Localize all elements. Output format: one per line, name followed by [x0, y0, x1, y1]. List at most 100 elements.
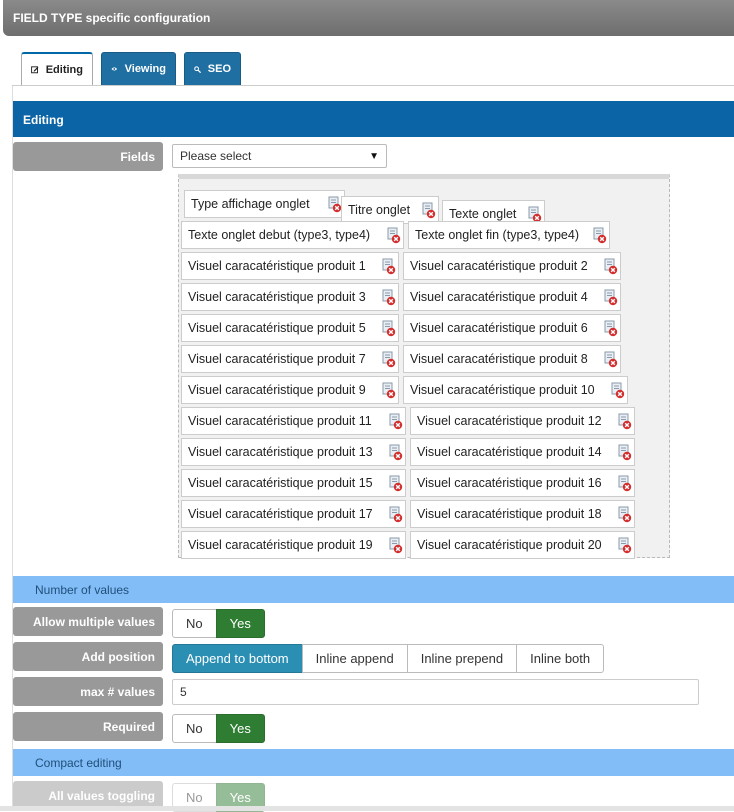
selected-field-tag: Visuel caracatéristique produit 16 [410, 469, 635, 497]
selected-field-tag-label: Visuel caracatéristique produit 1 [188, 259, 366, 273]
section-compact-editing: Compact editing [13, 749, 734, 776]
horizontal-scrollbar[interactable] [0, 806, 734, 811]
add-position-inline-prepend[interactable]: Inline prepend [406, 644, 518, 673]
max-values-label: max # values [13, 677, 163, 706]
allow-multiple-label: Allow multiple values [13, 607, 163, 636]
tab-viewing[interactable]: Viewing [101, 52, 176, 86]
remove-field-icon[interactable] [388, 537, 403, 554]
tab-editing[interactable]: Editing [21, 52, 93, 86]
selected-field-tag-label: Visuel caracatéristique produit 18 [417, 507, 602, 521]
selected-field-tag: Visuel caracatéristique produit 5 [181, 314, 399, 342]
required-yes-button[interactable]: Yes [215, 714, 265, 743]
remove-field-icon[interactable] [603, 289, 618, 306]
tab-seo[interactable]: SEO [184, 52, 241, 86]
selected-field-tag-label: Visuel caracatéristique produit 12 [417, 414, 602, 428]
remove-field-icon[interactable] [617, 444, 632, 461]
selected-field-tag: Visuel caracatéristique produit 11 [181, 407, 406, 435]
remove-field-icon[interactable] [327, 196, 342, 213]
selected-field-tag: Visuel caracatéristique produit 7 [181, 345, 399, 373]
fields-select[interactable]: Please select ▼ [172, 144, 387, 168]
fields-label: Fields [13, 142, 163, 171]
selected-field-tag: Visuel caracatéristique produit 10 [403, 376, 628, 404]
remove-field-icon[interactable] [421, 202, 436, 219]
selected-field-tag: Visuel caracatéristique produit 15 [181, 469, 406, 497]
max-values-input[interactable]: 5 [172, 679, 699, 705]
selected-field-tag: Visuel caracatéristique produit 1 [181, 252, 399, 280]
remove-field-icon[interactable] [610, 382, 625, 399]
allow-multiple-toggle: No Yes [172, 609, 265, 638]
add-position-inline-both[interactable]: Inline both [516, 644, 605, 673]
selected-field-tag: Visuel caracatéristique produit 9 [181, 376, 399, 404]
remove-field-icon[interactable] [617, 413, 632, 430]
selected-field-tag: Texte onglet fin (type3, type4) [408, 221, 610, 249]
tab-seo-label: SEO [207, 63, 231, 75]
selected-field-tag-label: Visuel caracatéristique produit 8 [410, 352, 588, 366]
selected-field-tag-label: Visuel caracatéristique produit 9 [188, 383, 366, 397]
fields-select-value: Please select [180, 149, 252, 163]
selected-field-tag: Visuel caracatéristique produit 8 [403, 345, 621, 373]
remove-field-icon[interactable] [381, 289, 396, 306]
panel-title: FIELD TYPE specific configuration [13, 11, 211, 25]
remove-field-icon[interactable] [386, 227, 401, 244]
allow-multiple-yes-button[interactable]: Yes [215, 609, 265, 638]
selected-field-tag-label: Visuel caracatéristique produit 11 [188, 414, 372, 428]
selected-field-tag: Visuel caracatéristique produit 12 [410, 407, 635, 435]
edit-icon [31, 66, 39, 74]
required-no-button[interactable]: No [172, 714, 217, 743]
selected-field-tag-label: Titre onglet [348, 203, 411, 217]
add-position-append-bottom[interactable]: Append to bottom [172, 644, 303, 673]
tab-editing-label: Editing [45, 63, 83, 76]
add-position-label: Add position [13, 642, 163, 671]
remove-field-icon[interactable] [617, 537, 632, 554]
selected-field-tag-label: Type affichage onglet [191, 197, 310, 211]
selected-field-tag: Visuel caracatéristique produit 6 [403, 314, 621, 342]
selected-field-tag-label: Visuel caracatéristique produit 6 [410, 321, 588, 335]
search-icon [194, 65, 201, 73]
selected-field-tag-label: Visuel caracatéristique produit 20 [417, 538, 602, 552]
remove-field-icon[interactable] [603, 258, 618, 275]
selected-field-tag: Visuel caracatéristique produit 14 [410, 438, 635, 466]
eye-icon [111, 67, 118, 71]
add-position-inline-append[interactable]: Inline append [301, 644, 408, 673]
selected-field-tag: Titre onglet [341, 196, 439, 224]
remove-field-icon[interactable] [381, 382, 396, 399]
selected-field-tag: Visuel caracatéristique produit 17 [181, 500, 406, 528]
selected-field-tag-label: Texte onglet debut (type3, type4) [188, 228, 371, 242]
remove-field-icon[interactable] [617, 475, 632, 492]
remove-field-icon[interactable] [381, 258, 396, 275]
required-toggle: No Yes [172, 714, 265, 743]
section-editing-title: Editing [23, 113, 64, 127]
remove-field-icon[interactable] [381, 320, 396, 337]
remove-field-icon[interactable] [388, 444, 403, 461]
selected-field-tag-label: Texte onglet [449, 207, 517, 221]
selected-field-tag-label: Visuel caracatéristique produit 17 [188, 507, 373, 521]
selected-field-tag-label: Visuel caracatéristique produit 7 [188, 352, 366, 366]
selected-field-tag-label: Visuel caracatéristique produit 10 [410, 383, 595, 397]
selected-field-tag-label: Visuel caracatéristique produit 13 [188, 445, 373, 459]
selected-field-tag: Visuel caracatéristique produit 18 [410, 500, 635, 528]
remove-field-icon[interactable] [388, 413, 403, 430]
remove-field-icon[interactable] [603, 320, 618, 337]
selected-field-tag-label: Visuel caracatéristique produit 14 [417, 445, 602, 459]
selected-fields-area: Type affichage onglet Titre onglet Texte o… [178, 174, 670, 559]
selected-field-tag-label: Visuel caracatéristique produit 19 [188, 538, 373, 552]
selected-field-tag: Visuel caracatéristique produit 2 [403, 252, 621, 280]
remove-field-icon[interactable] [592, 227, 607, 244]
selected-field-tag-label: Visuel caracatéristique produit 4 [410, 290, 588, 304]
panel-header: FIELD TYPE specific configuration [3, 0, 734, 36]
remove-field-icon[interactable] [388, 475, 403, 492]
remove-field-icon[interactable] [388, 506, 403, 523]
selected-field-tag: Visuel caracatéristique produit 13 [181, 438, 406, 466]
selected-field-tag-label: Visuel caracatéristique produit 2 [410, 259, 588, 273]
selected-field-tag-label: Visuel caracatéristique produit 5 [188, 321, 366, 335]
selected-field-tag-label: Visuel caracatéristique produit 16 [417, 476, 602, 490]
selected-field-tag-label: Visuel caracatéristique produit 3 [188, 290, 366, 304]
selected-field-tag-label: Texte onglet fin (type3, type4) [415, 228, 579, 242]
section-number-of-values: Number of values [13, 576, 734, 603]
add-position-group: Append to bottom Inline append Inline pr… [172, 644, 605, 673]
remove-field-icon[interactable] [603, 351, 618, 368]
remove-field-icon[interactable] [381, 351, 396, 368]
required-label: Required [13, 712, 163, 741]
allow-multiple-no-button[interactable]: No [172, 609, 217, 638]
remove-field-icon[interactable] [617, 506, 632, 523]
